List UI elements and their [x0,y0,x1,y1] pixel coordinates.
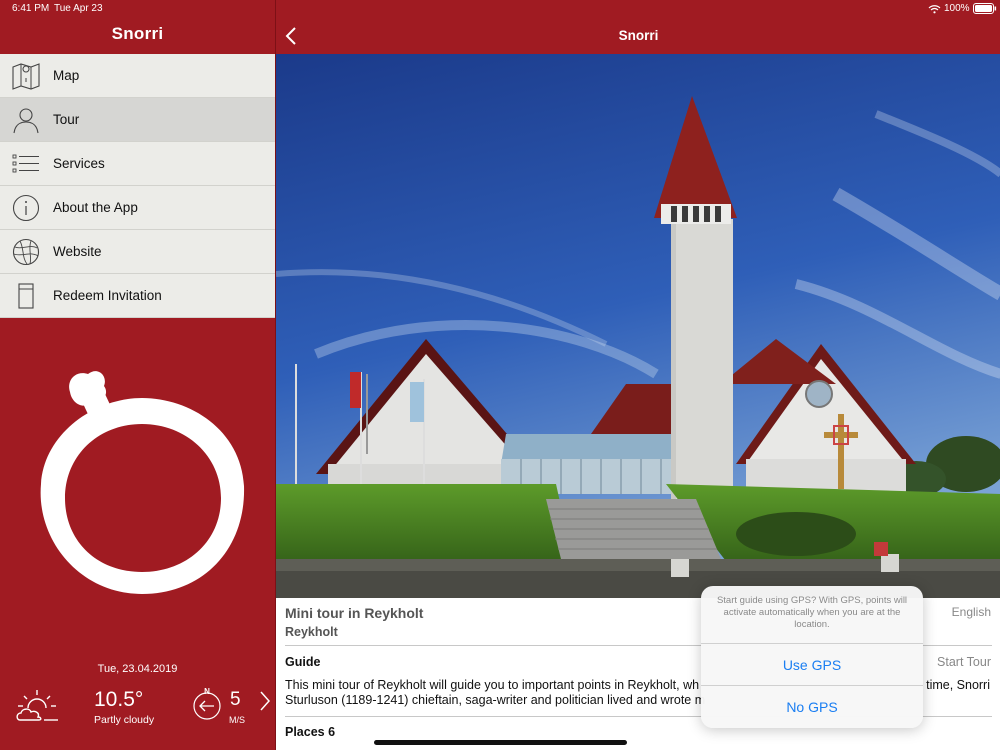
wind-direction-icon: N [193,687,221,720]
guide-label: Guide [285,655,321,669]
sidebar-item-tour[interactable]: Tour [0,98,275,142]
wind-speed: 5 [230,689,241,710]
temperature: 10.5° [94,688,144,711]
globe-icon [12,238,40,266]
wifi-icon [928,5,941,14]
status-date: Tue Apr 23 [54,3,103,14]
nav-title: Snorri [618,28,659,43]
list-icon [12,154,39,173]
snorri-logo [40,371,245,594]
partly-cloudy-icon [16,690,58,721]
sidebar-item-website[interactable]: Website [0,230,275,274]
sidebar-item-label: About the App [53,200,138,215]
gps-alert-message: Start guide using GPS? With GPS, points … [716,595,908,630]
info-icon [12,194,40,222]
person-icon [13,108,39,134]
sidebar-item-label: Services [53,156,105,171]
guide-text-line-1: This mini tour of Reykholt will guide yo… [285,678,700,692]
sidebar-item-label: Map [53,68,80,83]
battery-icon [973,3,997,14]
sidebar-item-services[interactable]: Services [0,142,275,186]
tour-location: Reykholt [285,625,338,639]
start-tour-button[interactable]: Start Tour [937,655,991,669]
places-label: Places [285,725,325,739]
status-time: 6:41 PM [12,3,50,14]
card-icon [18,283,34,309]
sidebar-item-label: Redeem Invitation [53,288,162,303]
sidebar-menu: Map Tour Services About the App Website … [0,54,275,318]
guide-text-line-1-end: time, Snorri [926,678,990,692]
sidebar-item-label: Tour [53,112,80,127]
sidebar-item-redeem[interactable]: Redeem Invitation [0,274,275,318]
language-selector[interactable]: English [952,605,991,619]
sidebar-panel: 6:41 PM Tue Apr 23 Snorri Map Tour Servi… [0,0,275,750]
wind-north-label: N [204,687,210,696]
tour-title: Mini tour in Reykholt [285,605,424,621]
map-icon [12,63,40,90]
chevron-right-icon[interactable] [258,690,272,712]
sidebar-title: Snorri [111,24,164,43]
no-gps-button[interactable]: No GPS [701,686,923,728]
weather-condition: Partly cloudy [94,714,155,726]
nav-bar: Snorri 100% [276,0,1000,54]
places-header: Places 6 [285,725,335,739]
places-count: 6 [328,725,336,739]
weather-date: Tue, 23.04.2019 [97,663,178,675]
guide-text-line-2: Sturluson (1189-1241) chieftain, saga-wr… [285,693,706,707]
sidebar-item-map[interactable]: Map [0,54,275,98]
wind-unit: M/S [229,715,246,725]
use-gps-button[interactable]: Use GPS [701,644,923,686]
tour-photo [276,54,1000,598]
gps-alert-dialog: Start guide using GPS? With GPS, points … [701,586,923,728]
battery-percent: 100% [944,3,970,14]
home-indicator[interactable] [374,740,627,745]
sidebar-item-about[interactable]: About the App [0,186,275,230]
sidebar-item-label: Website [53,244,102,259]
